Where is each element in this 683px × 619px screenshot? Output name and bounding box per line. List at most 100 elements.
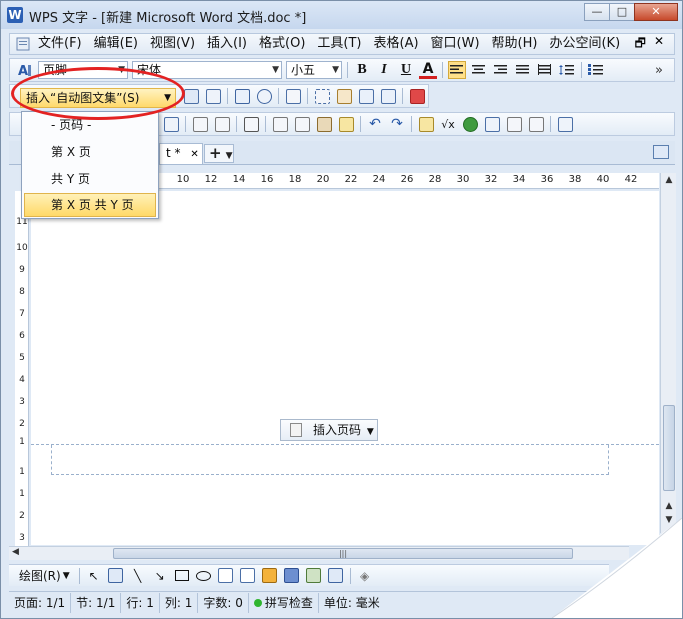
show-hide-text-icon[interactable] bbox=[313, 87, 331, 105]
link-previous-icon[interactable] bbox=[335, 87, 353, 105]
font-size-select[interactable]: 小五 ▼ bbox=[286, 61, 342, 79]
vertical-ruler[interactable]: 11 10 9 8 7 6 5 4 3 2 1 1 1 2 3 bbox=[15, 191, 29, 547]
add-icon: + bbox=[209, 144, 222, 162]
wps-app-icon[interactable]: W bbox=[7, 7, 23, 23]
restore-document-button[interactable]: 🗗 bbox=[631, 34, 650, 55]
menu-help[interactable]: 帮助(H) bbox=[486, 34, 544, 54]
autotext-item-page-x[interactable]: 第 X 页 bbox=[22, 139, 158, 166]
cut-icon[interactable] bbox=[293, 115, 311, 133]
sort-icon[interactable] bbox=[527, 115, 545, 133]
tab-layout-icon[interactable] bbox=[653, 145, 669, 159]
date-icon[interactable] bbox=[233, 87, 251, 105]
autotext-item-page-x-of-y[interactable]: 第 X 页 共 Y 页 bbox=[24, 193, 156, 217]
autotext-item-page-number[interactable]: - 页码 - bbox=[22, 112, 158, 139]
line-icon[interactable]: ╲ bbox=[129, 567, 147, 585]
arrow-icon[interactable]: ↘ bbox=[151, 567, 169, 585]
page-setup-icon[interactable] bbox=[284, 87, 302, 105]
previous-page-icon[interactable]: ▲ bbox=[661, 501, 677, 511]
help-icon[interactable] bbox=[556, 115, 574, 133]
footer-edit-area[interactable] bbox=[51, 445, 609, 475]
insert-picture-icon[interactable] bbox=[327, 567, 345, 585]
underline-button[interactable]: U bbox=[397, 61, 415, 79]
bold-button[interactable]: B bbox=[353, 61, 371, 79]
toolbar-overflow-icon[interactable]: » bbox=[650, 61, 668, 79]
close-button[interactable]: ✕ bbox=[634, 3, 678, 21]
align-center-icon[interactable] bbox=[470, 61, 488, 79]
close-header-footer-icon[interactable] bbox=[408, 87, 426, 105]
switch-header-footer-icon[interactable] bbox=[357, 87, 375, 105]
spell-check-status-icon bbox=[253, 599, 262, 607]
vertical-text-box-icon[interactable] bbox=[239, 567, 257, 585]
traditional-chinese-icon[interactable] bbox=[242, 115, 260, 133]
select-pointer-icon[interactable]: ↖ bbox=[85, 567, 103, 585]
hyperlink-icon[interactable] bbox=[461, 115, 479, 133]
new-tab-button[interactable]: + ▼ bbox=[204, 144, 234, 163]
vertical-scroll-thumb[interactable] bbox=[663, 405, 675, 491]
menu-edit[interactable]: 编辑(E) bbox=[88, 34, 144, 54]
page-count-icon[interactable] bbox=[204, 87, 222, 105]
status-spell-check[interactable]: 拼写检查 bbox=[249, 592, 319, 613]
document-menu-icon[interactable] bbox=[14, 36, 32, 52]
document-tab[interactable]: t * ✕ bbox=[159, 143, 203, 164]
numbering-icon[interactable] bbox=[587, 61, 605, 79]
show-next-icon[interactable] bbox=[379, 87, 397, 105]
insert-autotext-button[interactable]: 插入“自动图文集”(S) ▼ bbox=[20, 88, 176, 108]
styles-icon[interactable]: A bbox=[16, 61, 34, 79]
font-color-button[interactable]: A bbox=[419, 61, 437, 79]
status-page[interactable]: 页面: 1/1 bbox=[9, 592, 72, 613]
export-pdf-icon[interactable] bbox=[191, 115, 209, 133]
art-text-icon[interactable] bbox=[283, 567, 301, 585]
line-spacing-icon[interactable] bbox=[558, 61, 576, 79]
close-document-button[interactable]: ✕ bbox=[650, 34, 668, 55]
document-canvas[interactable]: 插入页码 ▼ bbox=[31, 191, 659, 545]
autotext-item-total-y[interactable]: 共 Y 页 bbox=[22, 166, 158, 193]
align-right-icon[interactable] bbox=[492, 61, 510, 79]
menu-tools[interactable]: 工具(T) bbox=[311, 34, 367, 54]
undo-icon[interactable]: ↶ bbox=[366, 115, 384, 133]
menu-insert[interactable]: 插入(I) bbox=[201, 34, 253, 54]
style-select[interactable]: 页脚 ▼ bbox=[38, 61, 128, 79]
align-left-icon[interactable] bbox=[448, 61, 466, 79]
insert-page-number-button[interactable]: 插入页码 ▼ bbox=[280, 419, 378, 441]
scroll-up-icon[interactable]: ▲ bbox=[661, 175, 677, 185]
formula-icon[interactable]: √x bbox=[439, 115, 457, 133]
page-number-icon[interactable] bbox=[182, 87, 200, 105]
redo-icon[interactable]: ↷ bbox=[388, 115, 406, 133]
paste-icon[interactable] bbox=[315, 115, 333, 133]
text-box-icon[interactable] bbox=[217, 567, 235, 585]
italic-button[interactable]: I bbox=[375, 61, 393, 79]
font-select[interactable]: 宋体 ▼ bbox=[132, 61, 282, 79]
ellipse-icon[interactable] bbox=[195, 567, 213, 585]
format-painter-icon[interactable] bbox=[337, 115, 355, 133]
close-tab-icon[interactable]: ✕ bbox=[190, 149, 198, 160]
menu-view[interactable]: 视图(V) bbox=[144, 34, 201, 54]
columns-icon[interactable] bbox=[505, 115, 523, 133]
scroll-left-icon[interactable]: ◀ bbox=[12, 547, 19, 557]
menu-format[interactable]: 格式(O) bbox=[253, 34, 311, 54]
toolbar-separator bbox=[236, 116, 237, 132]
minimize-button[interactable]: — bbox=[584, 3, 610, 21]
draw-menu-button[interactable]: 绘图(R) ▼ bbox=[15, 567, 74, 585]
status-unit[interactable]: 单位: 毫米 bbox=[319, 593, 385, 613]
picture-icon[interactable] bbox=[305, 567, 323, 585]
maximize-button[interactable]: □ bbox=[609, 3, 635, 21]
distribute-icon[interactable] bbox=[536, 61, 554, 79]
autoshapes-icon[interactable] bbox=[107, 567, 125, 585]
page-break-icon[interactable] bbox=[213, 115, 231, 133]
menu-table[interactable]: 表格(A) bbox=[368, 34, 425, 54]
menu-file[interactable]: 文件(F) bbox=[32, 34, 88, 54]
print-preview-icon[interactable] bbox=[162, 115, 180, 133]
rectangle-icon[interactable] bbox=[173, 567, 191, 585]
table-grid-icon[interactable] bbox=[483, 115, 501, 133]
time-icon[interactable] bbox=[255, 87, 273, 105]
insert-table-icon[interactable] bbox=[417, 115, 435, 133]
menu-bar: 文件(F) 编辑(E) 视图(V) 插入(I) 格式(O) 工具(T) 表格(A… bbox=[9, 33, 675, 55]
menu-window[interactable]: 窗口(W) bbox=[425, 34, 486, 54]
wordart-icon[interactable] bbox=[261, 567, 279, 585]
fill-color-icon[interactable]: ◈ bbox=[356, 567, 374, 585]
status-word-count[interactable]: 字数: 0 bbox=[198, 592, 249, 613]
justify-icon[interactable] bbox=[514, 61, 532, 79]
vertical-scrollbar[interactable]: ▲ ▲ ▼ bbox=[660, 173, 676, 533]
menu-office-space[interactable]: 办公空间(K) bbox=[543, 34, 626, 54]
copy-icon[interactable] bbox=[271, 115, 289, 133]
